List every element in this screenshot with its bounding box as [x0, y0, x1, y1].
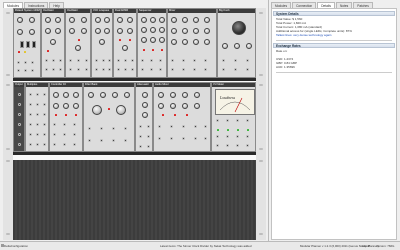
module-name: Mixer [168, 9, 216, 13]
details-panel: System Details Total Value: $ 1,560 Tota… [271, 8, 397, 240]
rack-rail-right [256, 8, 266, 240]
row-rail-strip [13, 78, 256, 81]
module-r1-3[interactable]: Oscillator [65, 8, 91, 78]
module-r2-1[interactable]: Output [13, 82, 25, 152]
module-name: Oscillator [66, 9, 90, 13]
rack-rail-left [3, 8, 13, 240]
row-rail-strip [13, 152, 256, 155]
module-r2-3[interactable]: Controller 16 [49, 82, 83, 152]
module-r1-4[interactable]: VCF Lowpass [91, 8, 113, 78]
exchange-subtitle: Rate on: [276, 49, 287, 53]
module-name: Filter Bank [84, 83, 134, 87]
exchange-rates-header: Exchange Rates [273, 43, 395, 48]
module-name: Sequencer [138, 9, 166, 13]
vu-meter: Loudness [215, 89, 255, 115]
module-name: Roland System 100M [14, 9, 40, 13]
detail-line: Tallest lines: very dense technology aga… [276, 33, 331, 37]
module-r2-4[interactable]: Filter Bank [83, 82, 135, 152]
module-r2-7[interactable]: VU Meter Loudness [211, 82, 256, 152]
vu-needle-icon [216, 90, 254, 114]
module-r2-5[interactable]: Attenuator [135, 82, 153, 152]
module-name: Controller 16 [50, 83, 82, 87]
module-name: Output [14, 83, 24, 87]
splitter[interactable] [268, 0, 269, 241]
module-r2-6[interactable]: Audio Mixer [153, 82, 211, 152]
module-r1-2[interactable]: Oscillator [41, 8, 65, 78]
rack-canvas[interactable]: Roland System 100M Oscillator Oscillator [3, 8, 266, 240]
minimize-icon[interactable] [1, 244, 4, 247]
module-r1-5[interactable]: Dual ADSR [113, 8, 137, 78]
module-r1-6[interactable]: Sequencer [137, 8, 167, 78]
module-name: Multiples [26, 83, 48, 87]
module-name: VCF Lowpass [92, 9, 112, 13]
rate-aud: AUD: 1.35696 [276, 65, 295, 69]
module-r1-1[interactable]: Roland System 100M [13, 8, 41, 78]
module-name: Oscillator [42, 9, 64, 13]
app-window: Modules Instructions Help Roland System … [0, 0, 400, 249]
module-name: Big Knob [218, 9, 255, 13]
module-r2-2[interactable]: Multiples [25, 82, 49, 152]
module-r1-8[interactable]: Big Knob [217, 8, 256, 78]
module-name: VU Meter [212, 83, 255, 87]
module-name: Dual ADSR [114, 9, 136, 13]
empty-rack-row[interactable] [13, 160, 256, 240]
vu-label: Loudness [220, 95, 235, 100]
system-details-header: System Details [273, 11, 395, 16]
module-r1-7[interactable]: Mixer [167, 8, 217, 78]
module-name: Attenuator [136, 83, 152, 87]
module-name: Audio Mixer [154, 83, 210, 87]
